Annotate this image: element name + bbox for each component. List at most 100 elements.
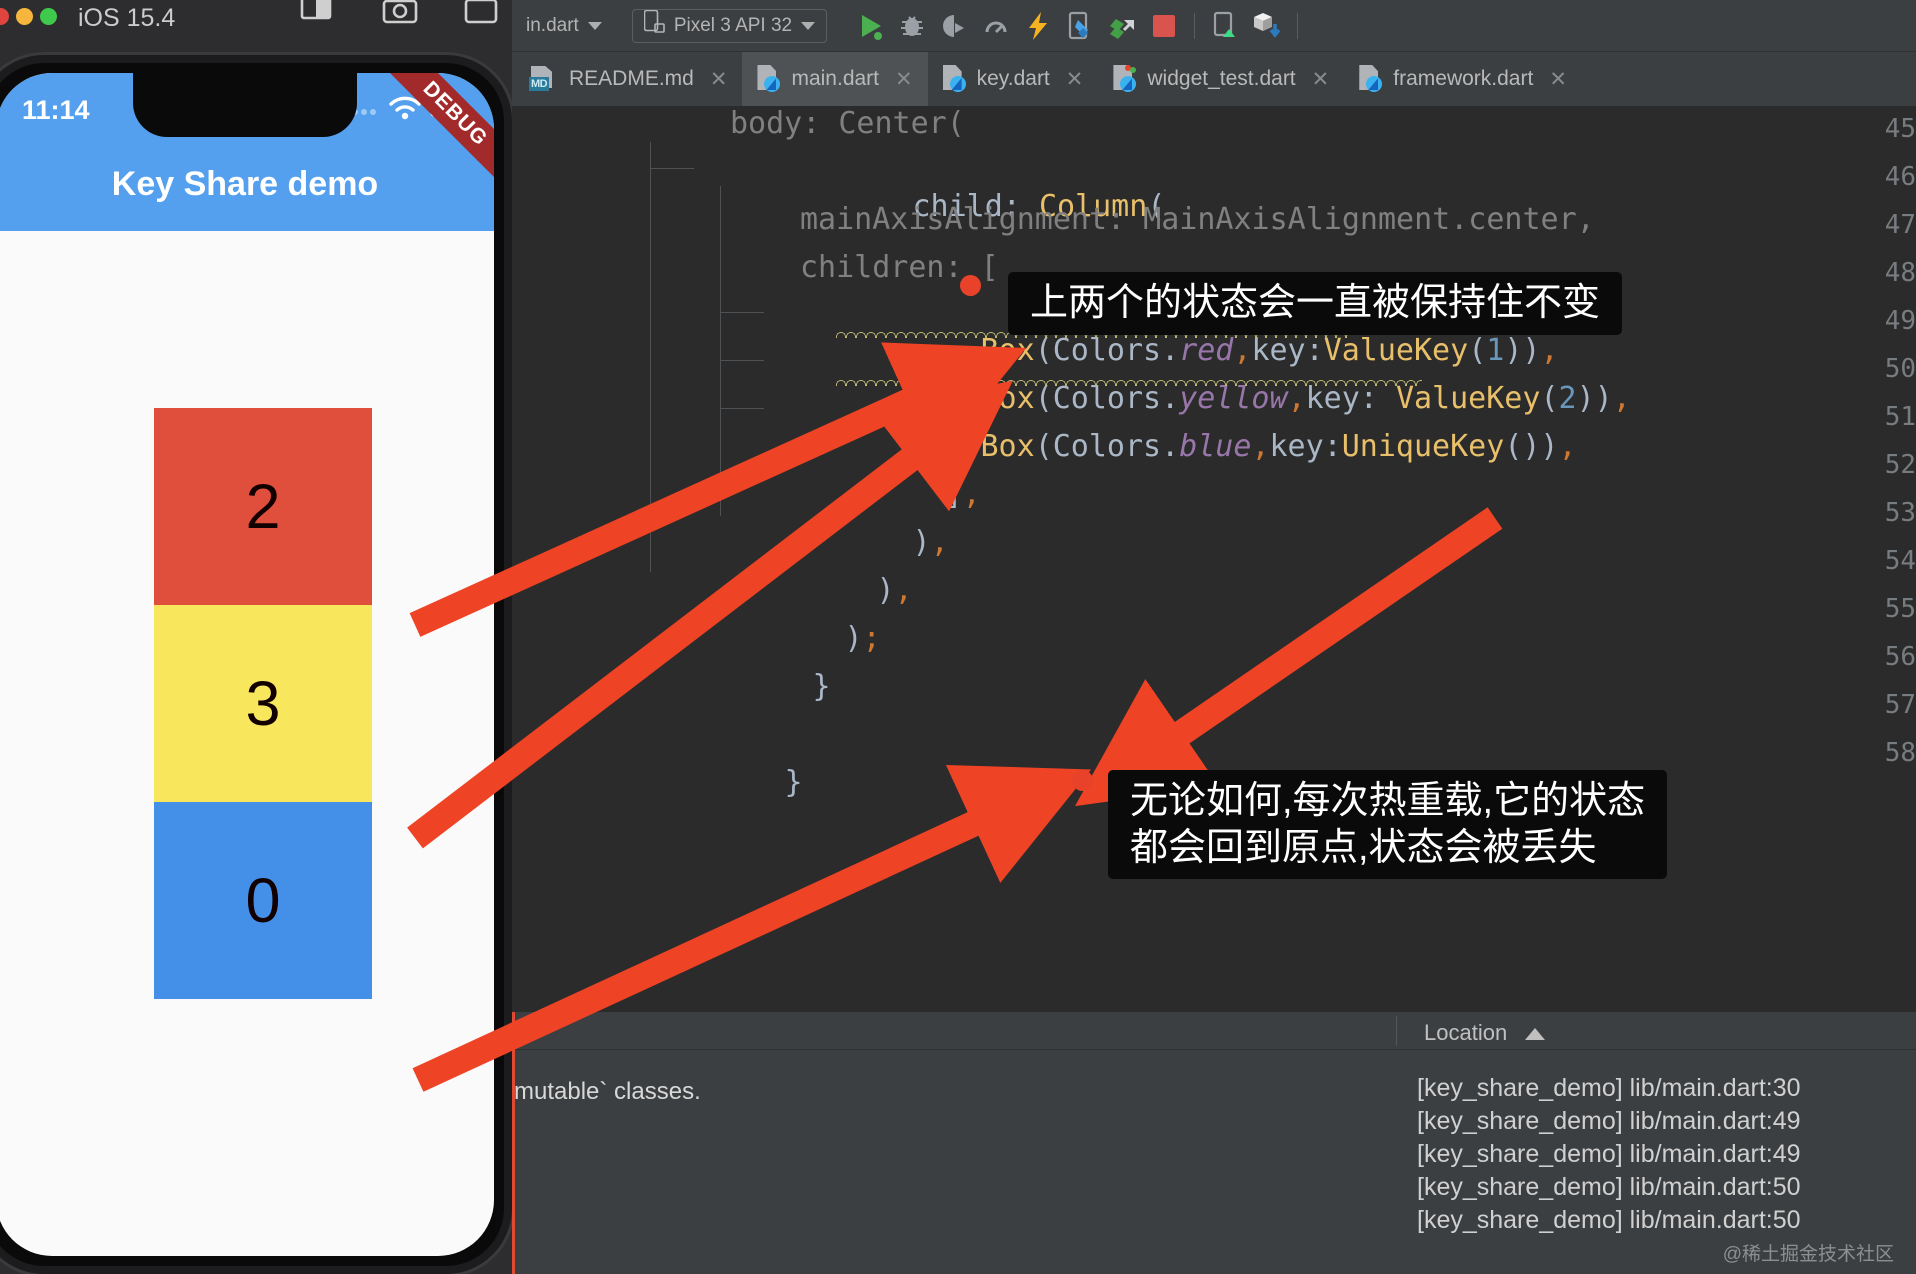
minimize-button[interactable] — [16, 8, 33, 25]
run-icon[interactable] — [853, 9, 887, 43]
annotation-dot-top — [960, 275, 981, 296]
markdown-file-icon: MD — [529, 66, 559, 92]
line-number: 50 — [1884, 354, 1916, 384]
tree-branch — [720, 312, 764, 313]
box-counter-label: 0 — [245, 865, 281, 936]
panel-left-accent-border — [512, 1012, 515, 1274]
code-line-45: body: Center( — [730, 106, 965, 141]
sort-ascending-icon[interactable] — [1525, 1028, 1545, 1040]
toolbar-divider — [1194, 12, 1196, 39]
stop-icon[interactable] — [1147, 9, 1181, 43]
device-manager-icon[interactable] — [1208, 9, 1242, 43]
line-number: 54 — [1884, 546, 1916, 576]
tab-label: key.dart — [976, 67, 1050, 90]
screenshot-icon[interactable] — [378, 0, 422, 35]
flutter-test-file-icon — [1113, 65, 1137, 93]
run-configuration-selector[interactable]: in.dart — [514, 9, 614, 43]
record-icon[interactable] — [460, 0, 502, 35]
phone-screen[interactable]: 11:14 Key Share demo DEBUG 2 3 0 — [0, 73, 494, 1256]
line-number: 47 — [1884, 210, 1916, 240]
coverage-icon[interactable] — [979, 9, 1013, 43]
line-number: 56 — [1884, 642, 1916, 672]
sdk-manager-icon[interactable] — [1250, 9, 1284, 43]
dart-file-icon — [757, 65, 781, 93]
simulator-title-bar: iOS 15.4 — [0, 0, 512, 50]
indent-guide — [720, 186, 721, 516]
tree-branch — [720, 360, 764, 361]
phone-frame: 11:14 Key Share demo DEBUG 2 3 0 — [0, 55, 512, 1274]
location-cell[interactable]: [key_share_demo] lib/main.dart:50 — [1417, 1173, 1801, 1202]
chevron-down-icon — [587, 21, 602, 30]
line-number: 45 — [1884, 114, 1916, 144]
close-icon[interactable]: ✕ — [710, 67, 728, 92]
hot-reload-icon[interactable] — [1021, 9, 1055, 43]
simulator-os-label: iOS 15.4 — [78, 4, 176, 32]
device-label: Pixel 3 API 32 — [673, 14, 793, 36]
app-bar-title: Key Share demo — [111, 165, 379, 203]
annotation-dot-bottom — [1072, 770, 1093, 791]
device-selector[interactable]: Pixel 3 API 32 — [631, 8, 828, 43]
color-box-blue[interactable]: 0 — [154, 802, 372, 999]
flutter-inspector-icon[interactable] — [1063, 9, 1097, 43]
location-cell[interactable]: [key_share_demo] lib/main.dart:49 — [1417, 1140, 1801, 1169]
line-number: 52 — [1884, 450, 1916, 480]
tab-label: main.dart — [791, 67, 880, 90]
line-number: 58 — [1884, 738, 1916, 768]
dart-file-icon — [942, 65, 967, 93]
profile-icon[interactable] — [937, 9, 971, 43]
close-button[interactable] — [0, 8, 9, 25]
line-number: 46 — [1884, 162, 1916, 192]
run-configuration-label: in.dart — [526, 14, 579, 36]
tab-widget-test-dart[interactable]: widget_test.dart ✕ — [1098, 52, 1344, 106]
phone-icon — [643, 9, 665, 41]
close-icon[interactable]: ✕ — [1549, 67, 1567, 92]
column-divider — [1396, 1016, 1397, 1046]
app-bar: 11:14 Key Share demo DEBUG — [0, 73, 494, 231]
tree-branch — [650, 168, 694, 169]
code-line-56: } — [812, 669, 831, 704]
maximize-button[interactable] — [40, 8, 57, 25]
line-number: 57 — [1884, 690, 1916, 720]
close-icon[interactable]: ✕ — [895, 67, 913, 92]
location-cell[interactable]: [key_share_demo] lib/main.dart:30 — [1417, 1074, 1801, 1103]
location-column-header[interactable]: Location — [1424, 1020, 1507, 1046]
tab-key-dart[interactable]: key.dart ✕ — [928, 52, 1099, 106]
color-box-red[interactable]: 2 — [154, 408, 372, 605]
color-box-yellow[interactable]: 3 — [154, 605, 372, 802]
code-line-47: mainAxisAlignment: MainAxisAlignment.cen… — [800, 202, 1595, 237]
tab-main-dart[interactable]: main.dart ✕ — [742, 52, 928, 106]
tab-label: README.md — [569, 67, 694, 90]
line-number: 55 — [1884, 594, 1916, 624]
code-line-58: } — [784, 765, 803, 800]
indent-guide — [650, 142, 651, 572]
tab-readme-md[interactable]: MD README.md ✕ — [514, 52, 742, 106]
dart-file-icon — [1359, 65, 1383, 93]
box-counter-label: 2 — [245, 471, 281, 542]
line-number: 49 — [1884, 306, 1916, 336]
chevron-down-icon — [801, 21, 816, 30]
tab-framework-dart[interactable]: framework.dart ✕ — [1344, 52, 1582, 106]
line-number: 48 — [1884, 258, 1916, 288]
flutter-outline-icon[interactable] — [1105, 9, 1139, 43]
close-icon[interactable]: ✕ — [1312, 67, 1330, 92]
inspection-squiggle — [836, 376, 1422, 386]
watermark: @稀土掘金技术社区 — [1722, 1244, 1894, 1265]
home-indicator-icon[interactable] — [296, 0, 336, 35]
toolbar-divider — [1297, 12, 1299, 39]
line-number: 51 — [1884, 402, 1916, 432]
location-cell[interactable]: [key_share_demo] lib/main.dart:49 — [1417, 1107, 1801, 1136]
close-icon[interactable]: ✕ — [1066, 67, 1084, 92]
ios-simulator-window[interactable]: iOS 15.4 11:14 Key Share demo DEBUG 2 3 … — [0, 0, 512, 1274]
box-counter-label: 3 — [245, 668, 281, 739]
tree-branch — [720, 408, 764, 409]
problem-description: mutable` classes. — [514, 1078, 701, 1105]
status-bar-time: 11:14 — [22, 95, 90, 125]
tab-label: framework.dart — [1393, 67, 1534, 90]
callout-bottom: 无论如何,每次热重载,它的状态 都会回到原点,状态会被丢失 — [1108, 770, 1668, 880]
line-number: 53 — [1884, 498, 1916, 528]
tab-label: widget_test.dart — [1147, 67, 1296, 90]
debug-icon[interactable] — [895, 9, 929, 43]
phone-notch — [133, 73, 357, 137]
callout-top: 上两个的状态会一直被保持住不变 — [1008, 272, 1623, 335]
location-cell[interactable]: [key_share_demo] lib/main.dart:50 — [1417, 1206, 1801, 1235]
